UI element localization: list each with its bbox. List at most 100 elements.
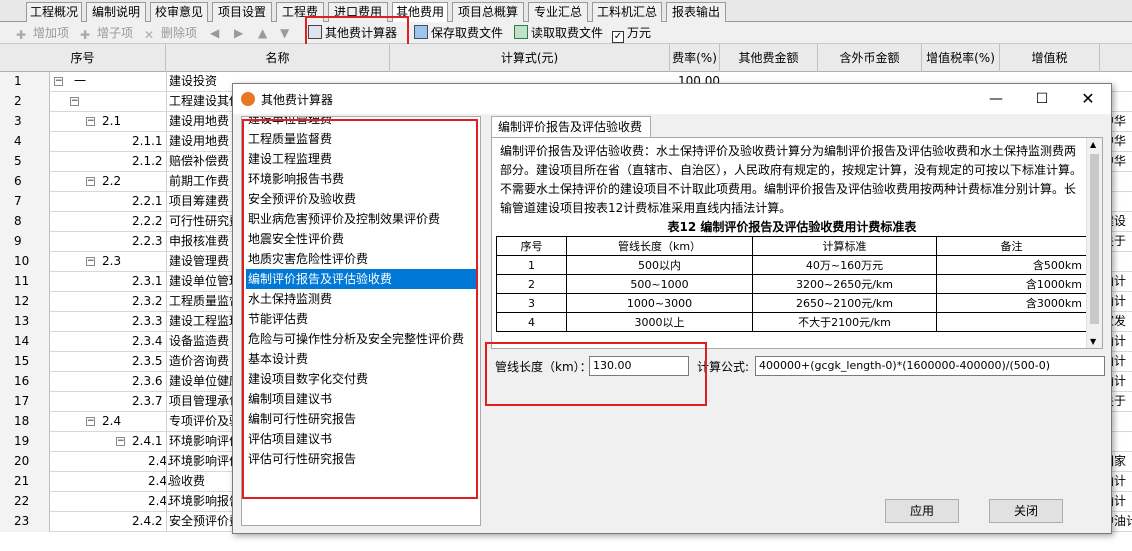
add-child-button[interactable]: ✚ 增子项 — [80, 24, 133, 42]
row-code: 2.3.5 — [132, 354, 163, 368]
scroll-down-icon[interactable]: ▼ — [1090, 337, 1096, 346]
description-scrollbar[interactable]: ▲ ▼ — [1086, 138, 1102, 348]
list-item[interactable]: 编制评价报告及评估验收费 — [246, 269, 478, 289]
col-amount[interactable]: 其他费金额 — [720, 44, 818, 72]
row-code: 2.4.1 — [132, 434, 163, 448]
scroll-thumb[interactable] — [1090, 154, 1099, 324]
tab-specialty-summary[interactable]: 专业汇总 — [528, 2, 588, 22]
collapse-toggle-icon[interactable]: − — [86, 177, 95, 186]
close-button[interactable]: 关闭 — [989, 499, 1063, 523]
table-cell: 3200~2650元/km — [752, 274, 937, 294]
list-item[interactable]: 地震安全性评价费 — [246, 229, 478, 249]
save-icon — [414, 25, 428, 39]
description-text: 编制评价报告及评估验收费：水土保持评价及验收费计算分为编制评价报告及评估验收费和… — [500, 144, 1083, 215]
collapse-toggle-icon[interactable]: − — [86, 417, 95, 426]
tab-review[interactable]: 校审意见 — [150, 2, 208, 22]
tab-description[interactable]: 编制说明 — [86, 2, 146, 22]
row-number: 5 — [0, 152, 50, 172]
module-tab-bar: 工程概况 编制说明 校审意见 项目设置 工程费 进口费用 其他费用 项目总概算 … — [0, 0, 1132, 22]
list-item[interactable]: 评估项目建议书 — [246, 429, 478, 449]
formula-input[interactable]: 400000+(gcgk_length-0)*(1600000-400000)/… — [755, 356, 1105, 376]
collapse-toggle-icon[interactable]: − — [54, 77, 63, 86]
list-item[interactable]: 建设工程监理费 — [246, 149, 478, 169]
tab-project-overview[interactable]: 工程概况 — [26, 2, 82, 22]
row-number: 13 — [0, 312, 50, 332]
list-item[interactable]: 评估可行性研究报告 — [246, 449, 478, 469]
tab-current-fee[interactable]: 编制评价报告及评估验收费 — [491, 116, 651, 138]
scroll-up-icon[interactable]: ▲ — [1090, 140, 1096, 149]
table-cell: 40万~160万元 — [752, 255, 937, 275]
col-rate[interactable]: 费率(%) — [670, 44, 720, 72]
list-item[interactable]: 环境影响报告书费 — [246, 169, 478, 189]
row-code: 2.2.2 — [132, 214, 163, 228]
list-item[interactable]: 职业病危害预评价及控制效果评价费 — [246, 209, 478, 229]
col-formula[interactable]: 计算式(元) — [390, 44, 670, 72]
row-number: 3 — [0, 112, 50, 132]
list-item[interactable]: 建设项目数字化交付费 — [246, 369, 478, 389]
row-number: 7 — [0, 192, 50, 212]
pipeline-length-input[interactable]: 130.00 — [589, 356, 689, 376]
row-number: 22 — [0, 492, 50, 512]
list-item[interactable]: 危险与可操作性分析及安全完整性评价费 — [246, 329, 478, 349]
close-icon[interactable]: ✕ — [1065, 84, 1111, 114]
tab-other-fees[interactable]: 其他费用 — [392, 2, 448, 22]
table-header: 管线长度（km） — [566, 236, 753, 256]
minimize-icon[interactable]: — — [973, 84, 1019, 114]
maximize-icon[interactable]: ☐ — [1019, 84, 1065, 114]
move-left-icon[interactable]: ◀ — [210, 24, 219, 42]
tab-material-summary[interactable]: 工料机汇总 — [592, 2, 662, 22]
row-code: 2.1.2 — [132, 154, 163, 168]
col-vat[interactable]: 增值税 — [1000, 44, 1100, 72]
col-vat-rate[interactable]: 增值税率(%) — [922, 44, 1000, 72]
row-code: 2.2.3 — [132, 234, 163, 248]
apply-button[interactable]: 应用 — [885, 499, 959, 523]
save-fee-file-button[interactable]: 保存取费文件 — [414, 24, 503, 42]
collapse-toggle-icon[interactable]: − — [86, 117, 95, 126]
row-code: 2.2.1 — [132, 194, 163, 208]
dialog-titlebar: 其他费计算器 — ☐ ✕ — [233, 84, 1111, 114]
list-item[interactable]: 地质灾害危险性评价费 — [246, 249, 478, 269]
col-foreign[interactable]: 含外币金额 — [818, 44, 922, 72]
delete-item-button[interactable]: ✕ 删除项 — [144, 24, 197, 42]
read-fee-file-button[interactable]: 读取取费文件 — [514, 24, 603, 42]
collapse-toggle-icon[interactable]: − — [116, 437, 125, 446]
collapse-toggle-icon[interactable]: − — [70, 97, 79, 106]
wanyuan-checkbox[interactable]: ✓ 万元 — [612, 24, 651, 43]
table-cell — [936, 312, 1087, 332]
tab-budget-summary[interactable]: 项目总概算 — [452, 2, 524, 22]
row-number: 8 — [0, 212, 50, 232]
list-item[interactable]: 编制可行性研究报告 — [246, 409, 478, 429]
row-number: 19 — [0, 432, 50, 452]
list-item[interactable]: 安全预评价及验收费 — [246, 189, 478, 209]
list-item[interactable]: 编制项目建议书 — [246, 389, 478, 409]
tab-project-settings[interactable]: 项目设置 — [212, 2, 272, 22]
list-item[interactable]: 工程质量监督费 — [246, 129, 478, 149]
list-item[interactable]: 基本设计费 — [246, 349, 478, 369]
list-item[interactable]: 水土保持监测费 — [246, 289, 478, 309]
table-header: 备注 — [936, 236, 1087, 256]
move-right-icon[interactable]: ▶ — [234, 24, 243, 42]
other-fee-calculator-button[interactable]: 其他费计算器 — [308, 24, 397, 42]
col-seq[interactable]: 序号 — [0, 44, 166, 72]
col-name[interactable]: 名称 — [166, 44, 390, 72]
list-item[interactable]: 节能评估费 — [246, 309, 478, 329]
tab-engineering-fee[interactable]: 工程费 — [276, 2, 324, 22]
move-up-icon[interactable]: ▲ — [258, 24, 267, 42]
table-cell: 2 — [496, 274, 567, 294]
table-row: 4 3000以上 不大于2100元/km — [496, 312, 1087, 332]
table-cell: 1 — [496, 255, 567, 275]
table-cell: 含500km — [936, 255, 1087, 275]
table-cell: 含1000km — [936, 274, 1087, 294]
tab-import-fee[interactable]: 进口费用 — [328, 2, 388, 22]
row-number: 12 — [0, 292, 50, 312]
row-code: 2.3.3 — [132, 314, 163, 328]
add-item-button[interactable]: ✚ 增加项 — [16, 24, 69, 42]
row-number: 4 — [0, 132, 50, 152]
move-down-icon[interactable]: ▼ — [280, 24, 289, 42]
row-code: 2.3.1 — [132, 274, 163, 288]
row-code: 2.3.7 — [132, 394, 163, 408]
tab-report-output[interactable]: 报表输出 — [666, 2, 726, 22]
list-item[interactable]: 建设单位管理费 — [246, 117, 478, 129]
collapse-toggle-icon[interactable]: − — [86, 257, 95, 266]
table-cell: 4 — [496, 312, 567, 332]
